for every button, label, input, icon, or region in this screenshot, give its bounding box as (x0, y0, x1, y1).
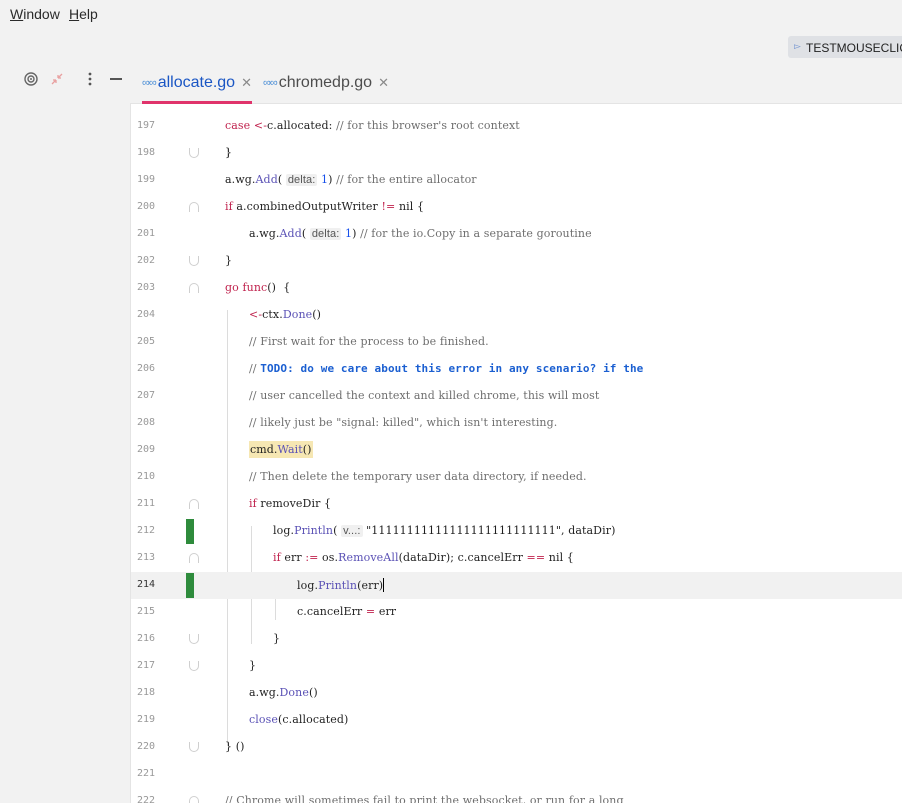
code-line: 210 // Then delete the temporary user da… (136, 470, 587, 483)
code-comment: // Chrome will sometimes fail to print t… (225, 794, 624, 803)
menu-help[interactable]: Help (69, 6, 98, 22)
code-text: if a.combinedOutputWriter != nil { (225, 200, 425, 213)
parameter-hint: delta: (285, 174, 318, 186)
code-line: 200 if a.combinedOutputWriter != nil { (136, 200, 425, 213)
fold-marker-icon[interactable] (189, 256, 199, 266)
code-comment: // user cancelled the context and killed… (249, 389, 600, 402)
code-text: <-ctx.Done() (249, 308, 322, 321)
code-line: 197 case <-c.allocated: // for this brow… (136, 119, 520, 132)
fold-marker-icon[interactable] (189, 742, 199, 752)
code-line: 201 a.wg.Add( delta: 1) // for the io.Co… (136, 227, 592, 240)
code-comment: // TODO: do we care about this error in … (249, 362, 644, 375)
code-line: 220 } () (136, 740, 245, 753)
code-line: 202 } (136, 254, 233, 267)
code-text: } (273, 632, 281, 645)
code-text: if err := os.RemoveAll(dataDir); c.cance… (273, 551, 574, 564)
menu-window[interactable]: Window (10, 6, 60, 22)
code-line-current: 214 log.Println(err) (131, 572, 902, 599)
collapse-arrows-icon[interactable] (48, 70, 66, 88)
fold-marker-icon[interactable] (189, 634, 199, 644)
code-text: case <-c.allocated: // for this browser'… (225, 119, 520, 132)
code-text: } () (225, 740, 245, 753)
code-text: if removeDir { (249, 497, 332, 510)
code-line: 203 go func() { (136, 281, 291, 294)
code-text: log.Println( v...: "11111111111111111111… (273, 524, 616, 537)
code-text: a.wg.Add( delta: 1) // for the entire al… (225, 173, 477, 186)
more-options-icon[interactable] (81, 70, 99, 88)
code-line: 208 // likely just be "signal: killed", … (136, 416, 558, 429)
toolbar: ▻ TESTMOUSECLICK (0, 30, 902, 62)
todo-comment: TODO: do we care about this error in any… (260, 362, 644, 375)
parameter-hint: v...: (341, 525, 363, 537)
code-comment: // First wait for the process to be fini… (249, 335, 489, 348)
code-editor[interactable]: 197 case <-c.allocated: // for this brow… (130, 104, 902, 803)
project-tool-strip (0, 62, 130, 803)
tab-allocate-go[interactable]: ∞∞ allocate.go ✕ (142, 62, 252, 104)
code-line: 205 // First wait for the process to be … (136, 335, 489, 348)
go-file-icon: ∞∞ (142, 77, 157, 89)
close-icon[interactable]: ✕ (378, 75, 389, 91)
fold-marker-icon[interactable] (189, 499, 199, 509)
code-text: a.wg.Done() (249, 686, 318, 699)
code-line: 204 <-ctx.Done() (136, 308, 322, 321)
go-file-icon: ∞∞ (263, 77, 278, 89)
close-icon[interactable]: ✕ (241, 75, 252, 91)
code-text: } (225, 254, 233, 267)
code-line: 218 a.wg.Done() (136, 686, 318, 699)
code-text: } (249, 659, 257, 672)
code-line: 221 (136, 768, 155, 779)
text-caret (383, 578, 385, 592)
code-line: 209 cmd.Wait() (136, 441, 313, 458)
editor-tab-bar: ∞∞ allocate.go ✕ ∞∞ chromedp.go ✕ (130, 62, 902, 104)
vcs-change-marker[interactable] (186, 573, 194, 598)
code-comment: // likely just be "signal: killed", whic… (249, 416, 558, 429)
fold-marker-icon[interactable] (189, 661, 199, 671)
fold-marker-icon[interactable] (189, 553, 199, 563)
menu-bar: Window Help (0, 0, 902, 30)
fold-marker-icon[interactable] (189, 283, 199, 293)
vcs-change-marker[interactable] (186, 519, 194, 544)
code-line: 215 c.cancelErr = err (136, 605, 397, 618)
code-line: 206 // TODO: do we care about this error… (136, 362, 644, 375)
code-line: 198 } (136, 146, 233, 159)
tab-chromedp-go[interactable]: ∞∞ chromedp.go ✕ (263, 62, 389, 104)
code-text: cmd.Wait() (249, 441, 313, 458)
code-text: go func() { (225, 281, 291, 294)
go-test-icon: ▻ (794, 41, 801, 51)
code-line: 217 } (136, 659, 257, 672)
minimize-icon[interactable] (107, 70, 125, 88)
fold-marker-icon[interactable] (189, 202, 199, 212)
code-text: log.Println(err) (297, 578, 385, 592)
code-text: c.cancelErr = err (297, 605, 397, 618)
code-text: close(c.allocated) (249, 713, 349, 726)
parameter-hint: delta: (309, 228, 342, 240)
target-icon[interactable] (22, 70, 40, 88)
fold-marker-icon[interactable] (189, 148, 199, 158)
code-line: 211 if removeDir { (136, 497, 332, 510)
code-line: 219 close(c.allocated) (136, 713, 349, 726)
fold-marker-icon[interactable] (189, 796, 199, 803)
code-text: a.wg.Add( delta: 1) // for the io.Copy i… (249, 227, 592, 240)
code-line: 212 log.Println( v...: "1111111111111111… (131, 518, 902, 545)
run-configuration-selector[interactable]: ▻ TESTMOUSECLICK (788, 36, 902, 58)
code-line: 222 // Chrome will sometimes fail to pri… (131, 788, 902, 803)
code-line: 199 a.wg.Add( delta: 1) // for the entir… (136, 173, 477, 186)
code-line: 213 if err := os.RemoveAll(dataDir); c.c… (136, 551, 574, 564)
highlighted-usage: cmd.Wait() (249, 441, 313, 458)
code-line: 216 } (136, 632, 281, 645)
code-line: 207 // user cancelled the context and ki… (136, 389, 600, 402)
code-comment: // Then delete the temporary user data d… (249, 470, 587, 483)
code-text: } (225, 146, 233, 159)
